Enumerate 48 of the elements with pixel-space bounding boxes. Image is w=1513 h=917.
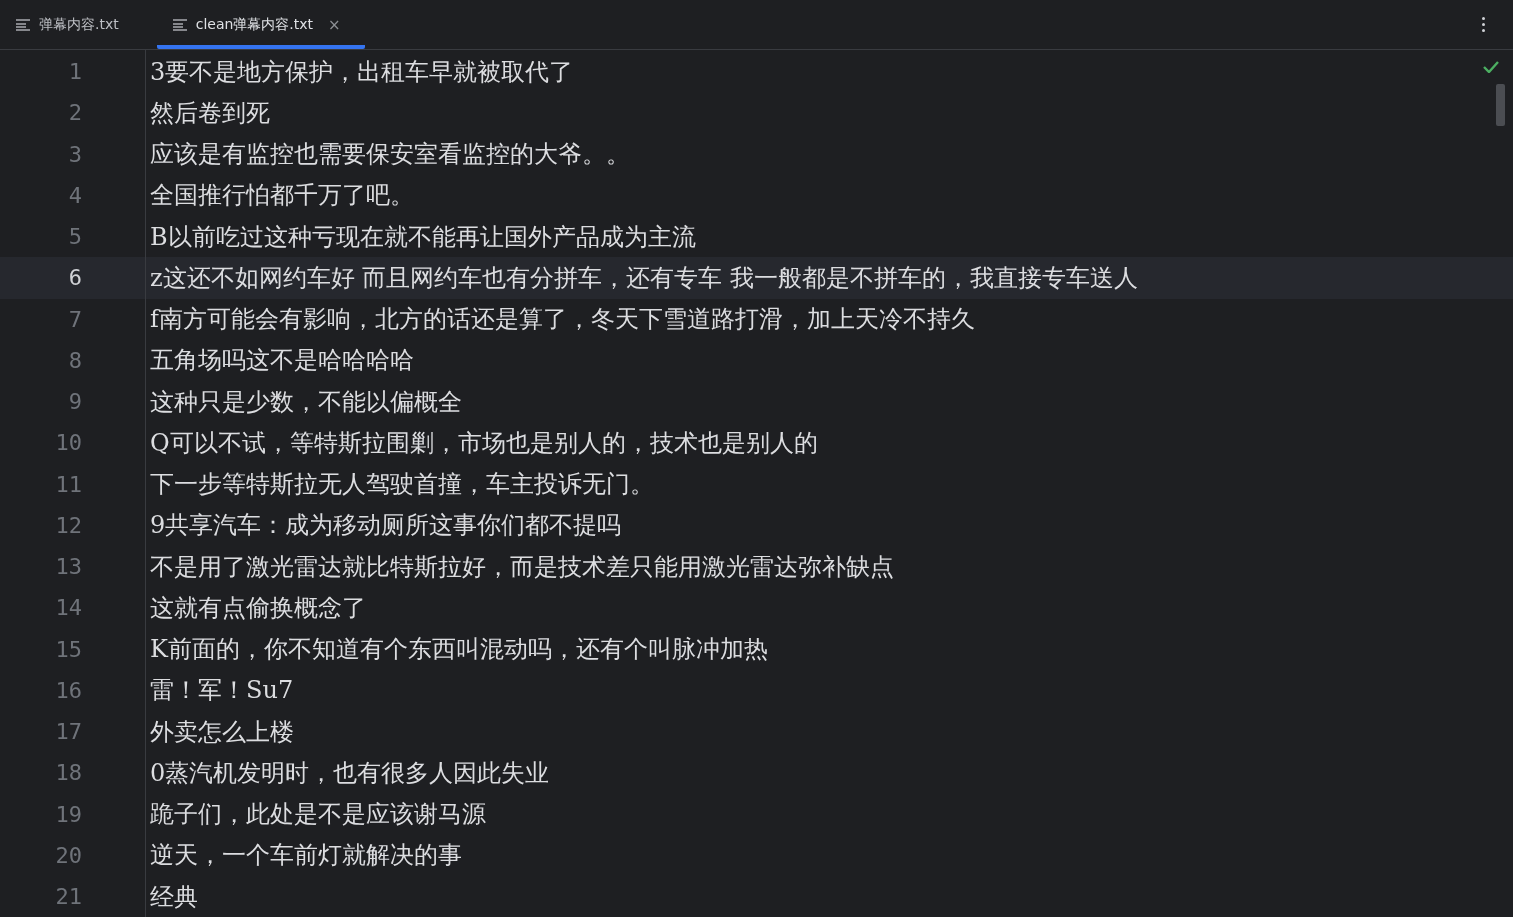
line-number: 5 (68, 224, 82, 250)
line-number: 7 (68, 306, 82, 332)
line-number: 13 (55, 554, 82, 580)
code-line: 0蒸汽机发明时，也有很多人因此失业 (150, 757, 550, 789)
file-tab[interactable]: clean弹幕内容.txt × (156, 0, 365, 49)
line-number: 12 (55, 512, 82, 538)
line-number: 9 (68, 389, 82, 415)
line-number: 16 (55, 677, 82, 703)
code-line: 全国推行怕都千万了吧。 (150, 180, 414, 212)
line-number: 20 (55, 842, 82, 868)
code-line: 然后卷到死 (150, 97, 270, 129)
code-line: 雷！军！Su7 (150, 675, 294, 707)
line-number: 6 (68, 265, 82, 291)
code-line: 跪子们，此处是不是应该谢马源 (150, 799, 486, 831)
line-number: 18 (55, 760, 82, 786)
code-line: 逆天，一个车前灯就解决的事 (150, 840, 462, 872)
code-line: 下一步等特斯拉无人驾驶首撞，车主投诉无门。 (150, 469, 654, 501)
text-file-icon (172, 18, 187, 31)
line-number: 1 (68, 59, 82, 85)
code-line: K前面的，你不知道有个东西叫混动吗，还有个叫脉冲加热 (150, 634, 768, 666)
code-line: 外卖怎么上楼 (150, 716, 294, 748)
line-number: 4 (68, 182, 82, 208)
line-number: 8 (68, 347, 82, 373)
code-line: 这种只是少数，不能以偏概全 (150, 386, 462, 418)
line-number: 2 (68, 100, 82, 126)
code-line: 这就有点偷换概念了 (150, 592, 366, 624)
code-line: 五角场吗这不是哈哈哈哈 (150, 345, 414, 377)
close-icon[interactable]: × (328, 15, 341, 34)
code-line: z这还不如网约车好 而且网约车也有分拼车，还有专车 我一般都是不拼车的，我直接专车送人 (150, 262, 1138, 294)
line-number: 11 (55, 471, 82, 497)
line-number: 19 (55, 801, 82, 827)
code-line: 9共享汽车：成为移动厕所这事你们都不提吗 (150, 510, 622, 542)
code-line: Q可以不试，等特斯拉围剿，市场也是别人的，技术也是别人的 (150, 427, 818, 459)
line-number: 14 (55, 595, 82, 621)
code-line: 不是用了激光雷达就比特斯拉好，而是技术差只能用激光雷达弥补缺点 (150, 551, 894, 583)
line-number: 17 (55, 719, 82, 745)
code-line: 3要不是地方保护，出租车早就被取代了 (150, 56, 574, 88)
code-line: 应该是有监控也需要保安室看监控的大爷。。 (150, 139, 630, 171)
line-number: 21 (55, 884, 82, 910)
line-number: 3 (68, 141, 82, 167)
text-file-icon (16, 18, 30, 31)
line-number: 15 (55, 636, 82, 662)
file-tab[interactable]: 弹幕内容.txt (16, 0, 135, 49)
line-number: 10 (55, 430, 82, 456)
code-line: f南方可能会有影响，北方的话还是算了，冬天下雪道路打滑，加上天冷不持久 (150, 304, 975, 336)
code-line: B以前吃过这种亏现在就不能再让国外产品成为主流 (150, 221, 696, 253)
scrollbar-thumb[interactable] (1496, 84, 1505, 126)
code-line: 经典 (150, 881, 198, 913)
